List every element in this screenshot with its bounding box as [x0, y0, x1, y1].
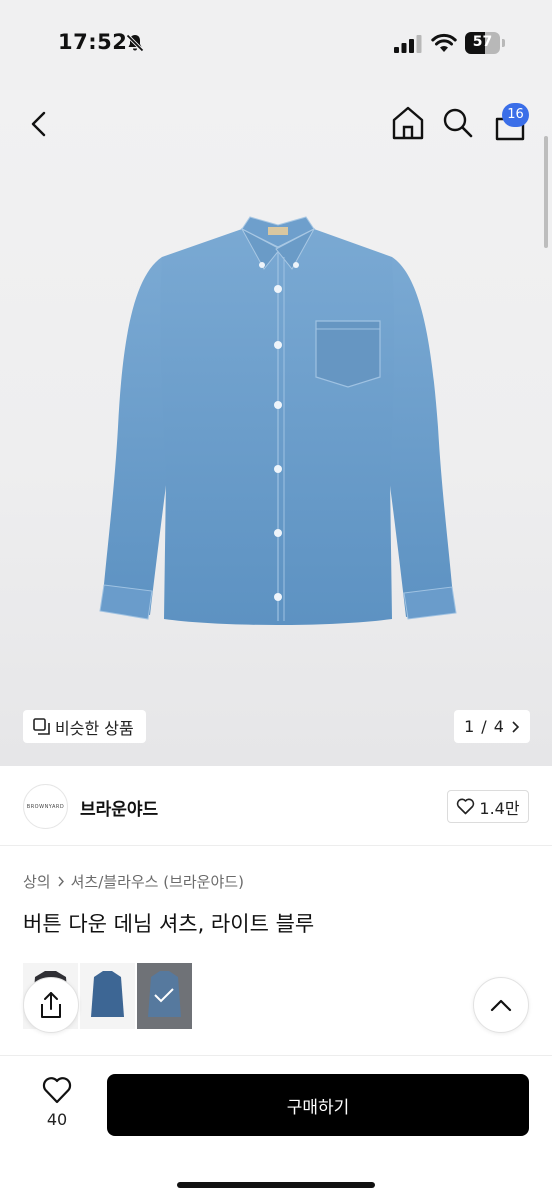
breadcrumb: 상의 셔츠/블라우스 (브라운야드): [23, 871, 244, 892]
bottom-action-bar: 40 구매하기: [0, 1055, 552, 1200]
back-icon[interactable]: [24, 108, 56, 140]
pager-current: 1: [464, 717, 475, 736]
product-title: 버튼 다운 데님 셔츠, 라이트 블루: [23, 912, 315, 936]
cart-count-badge: 16: [502, 103, 529, 127]
breadcrumb-subcategory[interactable]: 셔츠/블라우스 (브라운야드): [71, 871, 244, 892]
brand-row: BROWNYARD 브라운야드 1.4만: [0, 766, 552, 846]
wishlist-count: 40: [46, 1110, 68, 1129]
product-detail-page: 17:52 57 16 비슷한 상품 1 / 4 BROWNYARD 브라운야드…: [0, 0, 552, 1200]
status-bar: 17:52 57: [0, 0, 552, 90]
color-swatch-selected[interactable]: [137, 963, 192, 1029]
breadcrumb-category[interactable]: 상의: [23, 871, 51, 892]
brand-like-count: 1.4만: [479, 798, 520, 818]
similar-products-label: 비슷한 상품: [55, 718, 134, 738]
status-time: 17:52: [58, 30, 128, 54]
brand-like-button[interactable]: 1.4만: [447, 790, 529, 823]
check-icon: [154, 988, 174, 1003]
chevron-up-icon: [490, 999, 512, 1012]
color-swatch[interactable]: [80, 963, 135, 1029]
search-icon[interactable]: [442, 107, 474, 139]
chevron-right-icon: [58, 876, 64, 887]
pager-separator: /: [481, 717, 487, 736]
wishlist-button[interactable]: 40: [36, 1076, 78, 1136]
product-image-area[interactable]: 16 비슷한 상품 1 / 4: [0, 90, 552, 766]
battery-icon: 57: [465, 32, 505, 54]
similar-products-button[interactable]: 비슷한 상품: [23, 710, 146, 743]
wifi-icon: [431, 33, 457, 52]
scroll-to-top-button[interactable]: [473, 977, 529, 1033]
heart-icon: [457, 798, 475, 815]
bell-off-icon: [125, 33, 145, 53]
pager-total: 4: [493, 717, 504, 736]
heart-icon: [42, 1077, 72, 1104]
brand-logo[interactable]: BROWNYARD: [23, 784, 68, 829]
share-button[interactable]: [23, 977, 79, 1033]
similar-products-icon: [33, 718, 50, 735]
signal-icon: [394, 35, 422, 53]
battery-level: 57: [472, 34, 493, 50]
share-icon: [41, 992, 61, 1018]
image-pager[interactable]: 1 / 4: [454, 710, 530, 743]
home-icon[interactable]: [391, 105, 425, 141]
swatch-shirt-image: [91, 971, 124, 1017]
buy-button[interactable]: 구매하기: [107, 1074, 529, 1136]
brand-name[interactable]: 브라운야드: [80, 795, 158, 820]
product-image: [99, 216, 457, 625]
scrollbar[interactable]: [544, 136, 548, 248]
home-indicator: [177, 1182, 375, 1188]
chevron-right-icon: [512, 720, 520, 733]
